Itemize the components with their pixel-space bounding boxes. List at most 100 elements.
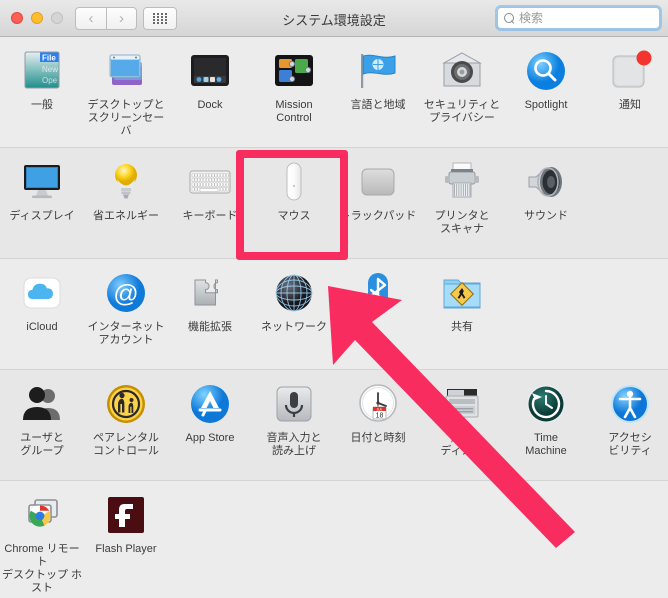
dock-icon [187, 48, 233, 94]
mission-control-icon [271, 48, 317, 94]
pane-row: ディスプレイ 省エネルギー キーボード マウス トラックパッド プリンタと スキ… [0, 148, 668, 259]
notifications-icon [607, 48, 653, 94]
internet-accounts-icon: @ [103, 270, 149, 316]
pane-row: Chrome リモート デスクトップ ホスト Flash Player [0, 481, 668, 594]
pref-pane-energy-saver-icon[interactable]: 省エネルギー [84, 148, 168, 258]
pref-pane-language-region-icon[interactable]: 言語と地域 [336, 37, 420, 147]
extensions-icon [187, 270, 233, 316]
pref-pane-chrome-remote-desktop-icon[interactable]: Chrome リモート デスクトップ ホスト [0, 481, 84, 594]
pref-pane-extensions-icon[interactable]: 機能拡張 [168, 259, 252, 369]
pref-pane-security-privacy-icon[interactable]: セキュリティと プライバシー [420, 37, 504, 147]
pane-row: File New Ope 一般 デスクトップと スクリーンセーバ Dock Mi… [0, 37, 668, 148]
pref-pane-dock-icon[interactable]: Dock [168, 37, 252, 147]
pref-pane-displays-icon[interactable]: ディスプレイ [0, 148, 84, 258]
pref-pane-label: 省エネルギー [93, 210, 159, 222]
pref-pane-flash-player-icon[interactable]: Flash Player [84, 481, 168, 591]
preference-panes-grid: File New Ope 一般 デスクトップと スクリーンセーバ Dock Mi… [0, 37, 668, 598]
pref-pane-label: 一般 [31, 99, 53, 111]
pref-pane-label: サウンド [524, 210, 568, 222]
energy-saver-icon [103, 159, 149, 205]
pref-pane-label: アクセシ ビリティ [608, 432, 652, 457]
security-privacy-icon [439, 48, 485, 94]
pref-pane-label: Time Machine [525, 432, 567, 457]
pref-pane-notifications-icon[interactable]: 通知 [588, 37, 668, 147]
pref-pane-spotlight-icon[interactable]: Spotlight [504, 37, 588, 147]
search-icon [504, 12, 515, 24]
pref-pane-label: 共有 [451, 321, 473, 333]
language-region-icon [355, 48, 401, 94]
pref-pane-printers-scanners-icon[interactable]: プリンタと スキャナ [420, 148, 504, 258]
pref-pane-mission-control-icon[interactable]: Mission Control [252, 37, 336, 147]
pref-pane-icloud-icon[interactable]: iCloud [0, 259, 84, 369]
icloud-icon [19, 270, 65, 316]
network-icon [271, 270, 317, 316]
pref-pane-date-time-icon[interactable]: JUL 18 日付と時刻 [336, 370, 420, 480]
app-store-icon [187, 381, 233, 427]
pref-pane-label: キーボード [182, 210, 238, 222]
pref-pane-network-icon[interactable]: ネットワーク [252, 259, 336, 369]
pref-pane-label: ディスプレイ [9, 210, 75, 222]
pref-pane-label: 起動 ディスク [440, 432, 484, 457]
pref-pane-label: マウス [277, 210, 311, 222]
mouse-icon [271, 159, 317, 205]
displays-icon [19, 159, 65, 205]
keyboard-icon [187, 159, 233, 205]
pref-pane-label: インターネット アカウント [87, 321, 165, 346]
pref-pane-label: 通知 [619, 99, 641, 111]
search-field[interactable] [497, 7, 660, 29]
pref-pane-internet-accounts-icon[interactable]: @ インターネット アカウント [84, 259, 168, 369]
general-icon: File New Ope [19, 48, 65, 94]
pref-pane-label: 音声入力と 読み上げ [266, 432, 322, 457]
spotlight-icon [523, 48, 569, 94]
pref-pane-label: トラックパッド [339, 210, 417, 222]
pref-pane-startup-disk-icon[interactable]: 起動 ディスク [420, 370, 504, 480]
pref-pane-desktop-screensaver-icon[interactable]: デスクトップと スクリーンセーバ [84, 37, 168, 147]
svg-text:New: New [42, 65, 58, 74]
sharing-icon [439, 270, 485, 316]
pref-pane-sharing-icon[interactable]: 共有 [420, 259, 504, 369]
pref-pane-label: セキュリティと プライバシー [423, 99, 501, 124]
trackpad-icon [355, 159, 401, 205]
pref-pane-label: 日付と時刻 [350, 432, 406, 444]
desktop-screensaver-icon [103, 48, 149, 94]
pref-pane-label: Spotlight [524, 99, 568, 111]
pref-pane-sound-icon[interactable]: サウンド [504, 148, 588, 258]
pref-pane-parental-controls-icon[interactable]: ペアレンタル コントロール [84, 370, 168, 480]
pref-pane-label: プリンタと スキャナ [434, 210, 490, 235]
system-preferences-window: ‹ › システム環境設定 File New Ope 一般 [0, 0, 668, 598]
pref-pane-app-store-icon[interactable]: App Store [168, 370, 252, 480]
pref-pane-keyboard-icon[interactable]: キーボード [168, 148, 252, 258]
search-input[interactable] [519, 11, 653, 25]
sound-icon [523, 159, 569, 205]
dictation-speech-icon [271, 381, 317, 427]
parental-controls-icon [103, 381, 149, 427]
pref-pane-accessibility-icon[interactable]: アクセシ ビリティ [588, 370, 668, 480]
svg-text:@: @ [113, 280, 138, 308]
pref-pane-general-icon[interactable]: File New Ope 一般 [0, 37, 84, 147]
pref-pane-users-groups-icon[interactable]: ユーザと グループ [0, 370, 84, 480]
chrome-remote-desktop-icon [19, 492, 65, 538]
pref-pane-label: ユーザと グループ [20, 432, 64, 457]
title-bar: ‹ › システム環境設定 [0, 0, 668, 37]
accessibility-icon [607, 381, 653, 427]
pref-pane-label: iCloud [26, 321, 58, 333]
date-time-icon: JUL 18 [355, 381, 401, 427]
pref-pane-label: デスクトップと スクリーンセーバ [87, 99, 165, 137]
svg-text:JUL: JUL [376, 407, 382, 411]
pref-pane-bluetooth-icon[interactable] [336, 259, 420, 369]
pref-pane-mouse-icon[interactable]: マウス [252, 148, 336, 258]
svg-text:File: File [42, 54, 56, 63]
pref-pane-label: 機能拡張 [188, 321, 232, 333]
pref-pane-label: App Store [185, 432, 235, 444]
pref-pane-dictation-speech-icon[interactable]: 音声入力と 読み上げ [252, 370, 336, 480]
bluetooth-icon [355, 270, 401, 316]
users-groups-icon [19, 381, 65, 427]
pref-pane-time-machine-icon[interactable]: Time Machine [504, 370, 588, 480]
pane-row: ユーザと グループ ペアレンタル コントロール App Store 音声入力と … [0, 370, 668, 481]
pref-pane-trackpad-icon[interactable]: トラックパッド [336, 148, 420, 258]
pane-row: iCloud @ インターネット アカウント 機能拡張 ネットワーク 共有 [0, 259, 668, 370]
pref-pane-label: Mission Control [275, 99, 313, 124]
pref-pane-label: Dock [197, 99, 223, 111]
startup-disk-icon [439, 381, 485, 427]
pref-pane-label: ペアレンタル コントロール [93, 432, 159, 457]
